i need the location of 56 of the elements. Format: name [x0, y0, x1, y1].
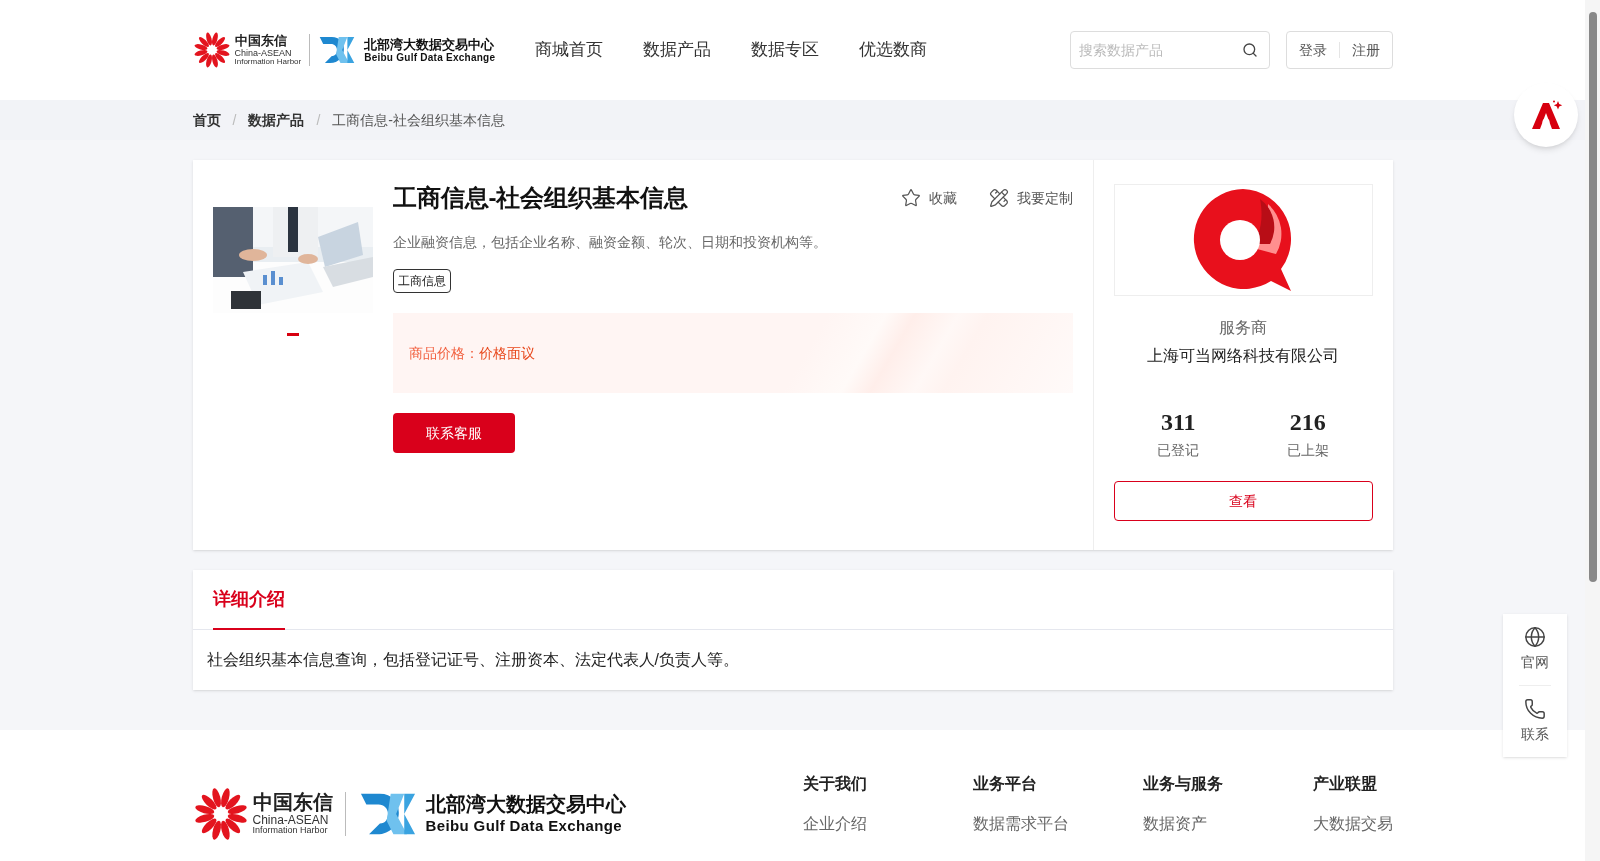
footer-heading: 业务平台 — [972, 774, 1038, 794]
logo-text: 北部湾大数据交易中心 — [425, 794, 626, 814]
view-button[interactable]: 查看 — [1113, 481, 1373, 521]
footer-link[interactable]: 大数据交易 — [1312, 812, 1393, 836]
footer-heading: 产业联盟 — [1312, 774, 1378, 794]
product-tag: 工商信息 — [392, 269, 451, 293]
stat-value: 311 — [1160, 408, 1196, 436]
flower-logo-icon — [192, 785, 249, 842]
search-icon — [1241, 42, 1258, 58]
phone-icon — [1524, 698, 1546, 720]
scrollbar[interactable] — [1585, 0, 1600, 861]
action-button[interactable]: 我要定制 — [988, 187, 1073, 209]
breadcrumb-link[interactable]: 首页 — [192, 109, 221, 131]
logo-text: China-ASEAN — [234, 49, 293, 58]
logo-text: Beibu Gulf Data Exchange — [364, 52, 496, 63]
search-field[interactable]: 搜索数据产品 — [1069, 31, 1270, 69]
price-text: 商品价格：价格面议 — [408, 343, 535, 363]
detail-text: 社会组织基本信息查询，包括登记证号、注册资本、法定代表人/负责人等。 — [205, 650, 740, 670]
nav-link[interactable]: 优选数商 — [859, 37, 928, 63]
pencil-ruler-icon — [988, 188, 1009, 208]
logo-text: Information Harbor — [252, 826, 329, 835]
footer-heading: 业务与服务 — [1142, 774, 1224, 794]
footer-link[interactable]: 企业介绍 — [802, 812, 973, 836]
auth-link[interactable]: 注册 — [1351, 39, 1380, 61]
breadcrumb-separator: / — [232, 110, 237, 130]
logo-text: 中国东信 — [234, 34, 288, 47]
stat-label: 已登记 — [1157, 441, 1200, 460]
nav-link[interactable]: 商城首页 — [535, 37, 604, 63]
logo-text: China-ASEAN — [252, 814, 330, 826]
star-icon — [900, 188, 921, 208]
stat-label: 已上架 — [1286, 441, 1329, 460]
footer-link[interactable]: 数据资产 — [1142, 812, 1313, 836]
footer-heading: 关于我们 — [802, 774, 868, 794]
provider-label: 服务商 — [1219, 318, 1267, 338]
logo-text: 中国东信 — [252, 792, 333, 812]
footer-link[interactable]: 数据需求平台 — [972, 812, 1143, 836]
action-button[interactable]: 收藏 — [900, 187, 957, 209]
logo-text: Beibu Gulf Data Exchange — [425, 818, 624, 833]
breadcrumb-separator: / — [316, 110, 321, 130]
product-description: 企业融资信息，包括企业名称、融资金额、轮次、日期和投资机构等。 — [392, 233, 828, 252]
stat-value: 216 — [1289, 408, 1326, 436]
flower-logo-icon — [192, 31, 231, 69]
detail-tab[interactable]: 详细介绍 — [212, 570, 285, 630]
side-tool-button[interactable]: 官网 — [1521, 626, 1549, 673]
nav-link[interactable]: 数据专区 — [751, 37, 820, 63]
auth-link[interactable]: 登录 — [1298, 39, 1327, 61]
product-title: 工商信息-社会组织基本信息 — [392, 183, 690, 213]
breadcrumb-link[interactable]: 工商信息-社会组织基本信息 — [332, 109, 505, 131]
side-tool-button[interactable]: 联系 — [1521, 698, 1549, 745]
nav-link[interactable]: 数据产品 — [643, 37, 712, 63]
breadcrumb-link[interactable]: 数据产品 — [248, 109, 305, 131]
globe-icon — [1524, 626, 1546, 648]
provider-name: 上海可当网络科技有限公司 — [1147, 346, 1339, 366]
logo-text: Information Harbor — [234, 58, 302, 66]
contact-button[interactable]: 联系客服 — [392, 413, 515, 453]
logo-text: 北部湾大数据交易中心 — [364, 37, 496, 51]
